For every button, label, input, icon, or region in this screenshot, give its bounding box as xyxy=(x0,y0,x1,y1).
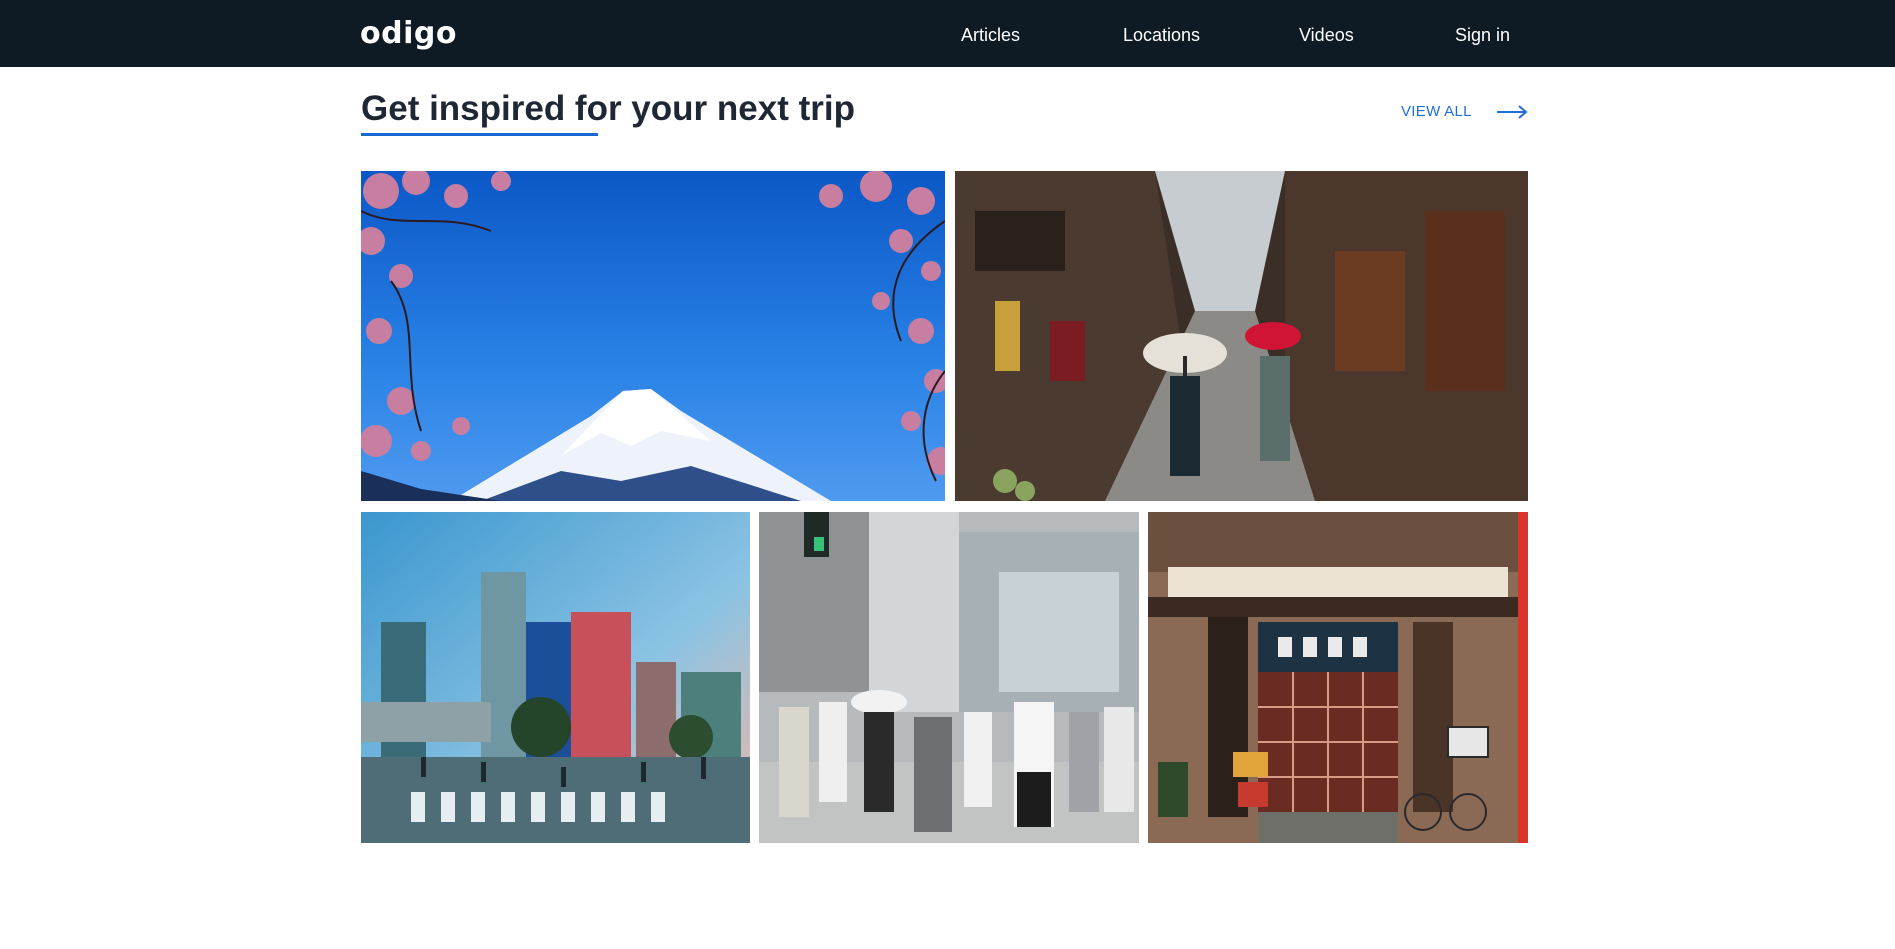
tile-kyoto-alley[interactable] xyxy=(955,171,1528,501)
mount-fuji-image xyxy=(361,171,945,501)
odigo-logo[interactable]: odigo xyxy=(360,16,457,52)
arrow-right-icon[interactable] xyxy=(1497,104,1529,120)
title-underline xyxy=(361,133,598,136)
nav-articles[interactable]: Articles xyxy=(961,0,1020,67)
tile-shibuya-crossing[interactable] xyxy=(361,512,750,843)
view-all-link[interactable]: VIEW ALL xyxy=(1401,101,1472,123)
restaurant-storefront-image xyxy=(1148,512,1528,843)
section-title: Get inspired for your next trip xyxy=(361,89,855,128)
nav-videos[interactable]: Videos xyxy=(1299,0,1354,67)
tile-restaurant-storefront[interactable] xyxy=(1148,512,1528,843)
nav-sign-in[interactable]: Sign in xyxy=(1455,0,1510,67)
street-pedestrians-image xyxy=(759,512,1139,843)
tile-mount-fuji[interactable] xyxy=(361,171,945,501)
top-navigation-bar: odigo Articles Locations Videos Sign in xyxy=(0,0,1895,67)
shibuya-crossing-image xyxy=(361,512,750,843)
nav-locations[interactable]: Locations xyxy=(1123,0,1200,67)
kyoto-alley-image xyxy=(955,171,1528,501)
tile-street-pedestrians[interactable] xyxy=(759,512,1139,843)
